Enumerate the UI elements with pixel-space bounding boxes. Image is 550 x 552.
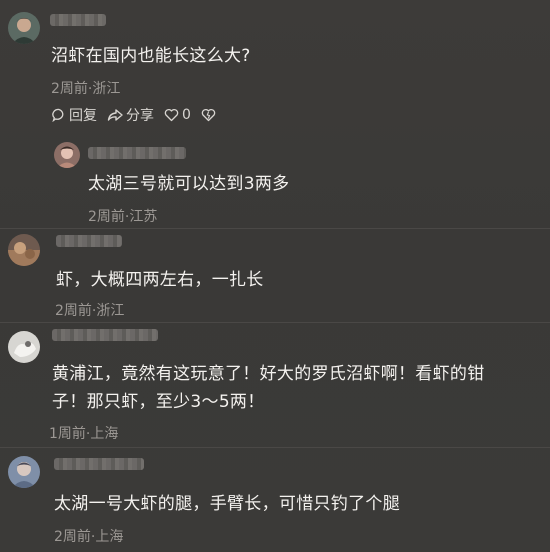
like-button[interactable]: 0: [164, 107, 191, 123]
dislike-button[interactable]: [201, 108, 219, 122]
share-button[interactable]: 分享: [107, 105, 154, 125]
username-blurred[interactable]: [56, 235, 122, 247]
comment-meta: 2周前·浙江: [51, 81, 121, 97]
comment-text: 虾，大概四两左右，一扎长: [56, 270, 264, 290]
reply-label: 回复: [69, 108, 97, 124]
avatar[interactable]: [8, 456, 40, 488]
comment-meta: 2周前·上海: [54, 529, 124, 545]
comment-meta: 2周前·浙江: [55, 303, 125, 319]
avatar[interactable]: [8, 234, 40, 266]
comment-text-line-2: 子！那只虾，至少3～5两！: [52, 392, 265, 412]
username-blurred[interactable]: [50, 14, 106, 26]
comment-icon: [52, 108, 64, 122]
comment-text: 太湖一号大虾的腿，手臂长，可惜只钓了个腿: [54, 494, 400, 514]
reply-text: 太湖三号就可以达到3两多: [88, 174, 290, 194]
avatar[interactable]: [8, 331, 40, 363]
heart-icon: [164, 108, 179, 122]
reply-avatar[interactable]: [54, 142, 80, 168]
comment-1: 沼虾在国内也能长这么大? 2周前·浙江 回复 分享 0: [0, 0, 550, 168]
username-blurred[interactable]: [54, 458, 144, 470]
like-count: 0: [182, 107, 191, 123]
share-icon: [107, 109, 123, 121]
reply-button[interactable]: 回复: [52, 105, 97, 125]
comment-text: 沼虾在国内也能长这么大?: [51, 46, 251, 66]
comment-text-line-1: 黄浦江，竟然有这玩意了！好大的罗氏沼虾啊！看虾的钳: [52, 364, 485, 384]
reply-username-blurred[interactable]: [88, 147, 186, 159]
reply-meta: 2周前·江苏: [88, 209, 158, 225]
avatar[interactable]: [8, 12, 40, 44]
username-blurred[interactable]: [52, 329, 158, 341]
dislike-heart-icon: [201, 108, 216, 122]
share-label: 分享: [126, 108, 154, 124]
comment-actions: 回复 分享 0: [52, 105, 229, 125]
comment-meta: 1周前·上海: [49, 426, 119, 442]
